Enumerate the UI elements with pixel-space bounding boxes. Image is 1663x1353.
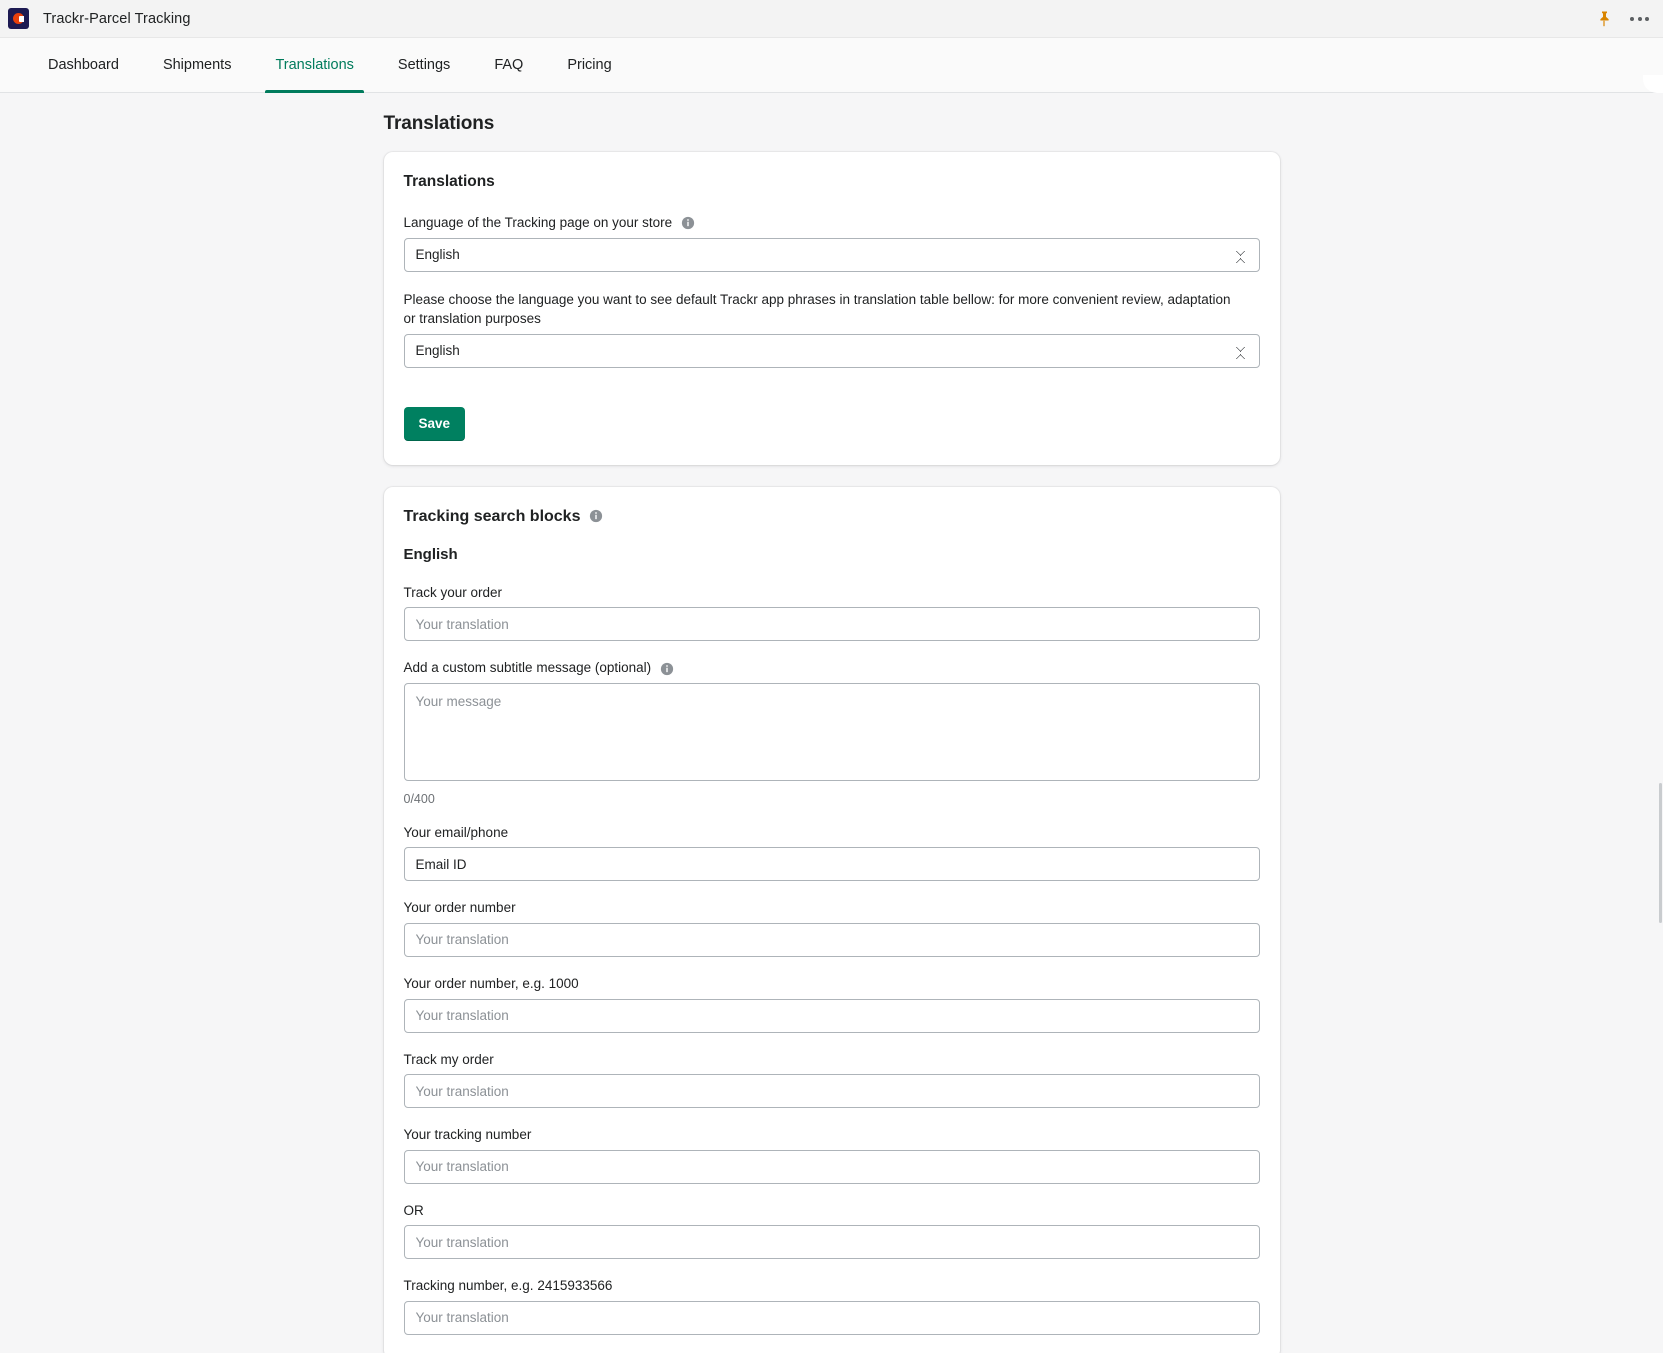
field-track-my-order: Track my order [404,1050,1260,1109]
field-track-your-order-input[interactable] [404,607,1260,641]
dot-1 [1630,17,1634,21]
page-title: Translations [384,113,1280,135]
field-custom-subtitle-textarea[interactable] [404,683,1260,781]
field-track-your-order: Track your order [404,583,1260,642]
field-tracking-number-label-row: Your tracking number [404,1125,1260,1145]
field-tracking-number-example-label-row: Tracking number, e.g. 2415933566 [404,1276,1260,1296]
field-tracking-number-example-label: Tracking number, e.g. 2415933566 [404,1276,613,1296]
search-blocks-language-label: English [404,546,1260,563]
field-or-label-row: OR [404,1201,1260,1221]
dot-2 [1638,17,1642,21]
default-phrases-field: Please choose the language you want to s… [404,290,1260,368]
field-custom-subtitle-label-row: Add a custom subtitle message (optional) [404,658,1260,678]
field-order-number: Your order number [404,898,1260,957]
page-scrollbar-thumb[interactable] [1659,783,1662,923]
store-language-select[interactable]: English [404,238,1260,272]
field-email-phone-label-row: Your email/phone [404,823,1260,843]
store-language-field: Language of the Tracking page on your st… [404,213,1260,272]
titlebar-actions [1596,10,1649,28]
field-track-your-order-label-row: Track your order [404,583,1260,603]
app-titlebar: Trackr-Parcel Tracking [0,0,1663,37]
main-navigation: Dashboard Shipments Translations Setting… [0,37,1663,93]
tracking-search-blocks-card: Tracking search blocks English Track you… [384,487,1280,1353]
tab-settings[interactable]: Settings [376,38,472,92]
page-scrollbar[interactable] [1658,93,1663,1353]
field-custom-subtitle-label: Add a custom subtitle message (optional) [404,658,652,678]
tracking-search-blocks-heading-label: Tracking search blocks [404,508,581,526]
store-language-label-row: Language of the Tracking page on your st… [404,213,1260,233]
page-content: Translations Translations Language of th… [0,93,1663,1353]
info-icon[interactable] [681,213,695,233]
field-tracking-number-example-input[interactable] [404,1301,1260,1335]
parcel-app-icon [8,8,29,29]
tab-faq-label: FAQ [494,57,523,73]
field-track-my-order-label-row: Track my order [404,1050,1260,1070]
field-or: OR [404,1201,1260,1260]
field-tracking-number-example: Tracking number, e.g. 2415933566 [404,1276,1260,1335]
field-track-my-order-label: Track my order [404,1050,494,1070]
store-language-label: Language of the Tracking page on your st… [404,213,673,233]
field-order-number-example-label: Your order number, e.g. 1000 [404,974,579,994]
tab-dashboard[interactable]: Dashboard [26,38,141,92]
more-options-icon[interactable] [1630,13,1649,25]
info-icon[interactable] [660,658,674,678]
field-order-number-example-label-row: Your order number, e.g. 1000 [404,974,1260,994]
translations-card: Translations Language of the Tracking pa… [384,152,1280,465]
field-track-your-order-label: Track your order [404,583,503,603]
field-order-number-example: Your order number, e.g. 1000 [404,974,1260,1033]
field-tracking-number-input[interactable] [404,1150,1260,1184]
default-phrases-select[interactable]: English [404,334,1260,368]
tab-settings-label: Settings [398,57,450,73]
tab-translations-label: Translations [275,57,353,73]
tab-faq[interactable]: FAQ [472,38,545,92]
tracking-search-blocks-heading: Tracking search blocks [404,508,1260,526]
tab-pricing[interactable]: Pricing [545,38,633,92]
field-order-number-example-input[interactable] [404,999,1260,1033]
app-title: Trackr-Parcel Tracking [43,11,191,27]
dot-3 [1645,17,1649,21]
tab-dashboard-label: Dashboard [48,57,119,73]
field-email-phone-label: Your email/phone [404,823,509,843]
translations-card-heading: Translations [404,173,1260,191]
field-custom-subtitle: Add a custom subtitle message (optional)… [404,658,1260,806]
default-phrases-help-text: Please choose the language you want to s… [404,290,1234,329]
field-tracking-number-label: Your tracking number [404,1125,532,1145]
info-icon[interactable] [589,508,603,526]
field-or-input[interactable] [404,1225,1260,1259]
parcel-app-icon-mark [13,13,24,24]
tab-shipments-label: Shipments [163,57,232,73]
field-order-number-input[interactable] [404,923,1260,957]
field-order-number-label: Your order number [404,898,516,918]
field-or-label: OR [404,1201,424,1221]
tab-translations[interactable]: Translations [253,38,375,92]
field-email-phone: Your email/phone [404,823,1260,882]
pin-icon[interactable] [1596,10,1612,28]
save-button[interactable]: Save [404,407,466,441]
translations-card-heading-label: Translations [404,173,495,191]
field-tracking-number: Your tracking number [404,1125,1260,1184]
field-track-my-order-input[interactable] [404,1074,1260,1108]
field-order-number-label-row: Your order number [404,898,1260,918]
tab-shipments[interactable]: Shipments [141,38,254,92]
field-email-phone-input[interactable] [404,847,1260,881]
tab-pricing-label: Pricing [567,57,611,73]
character-counter: 0/400 [404,792,1260,806]
